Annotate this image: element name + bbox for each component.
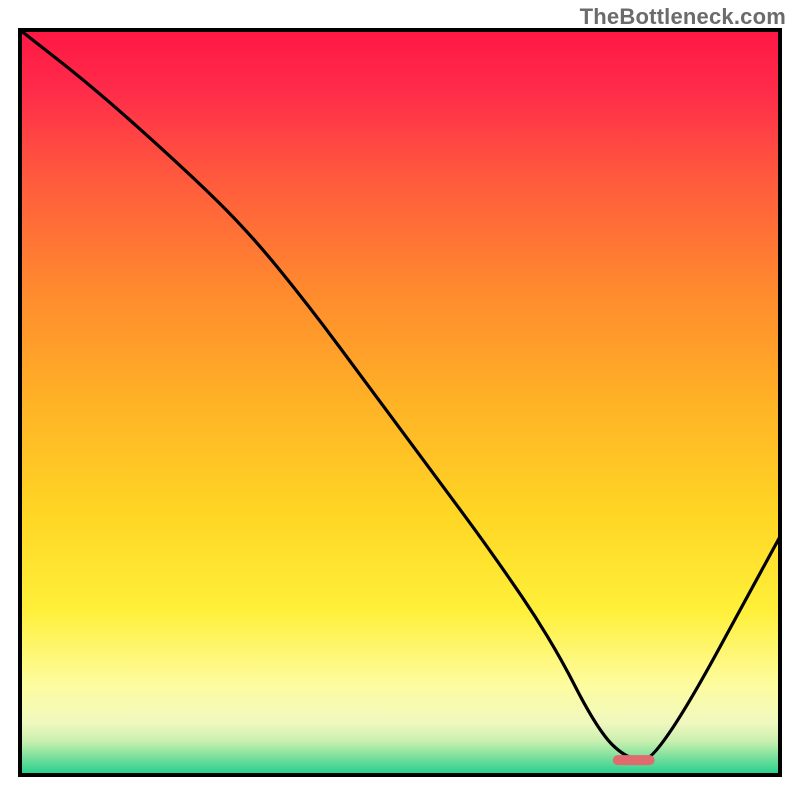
bottleneck-chart-svg: [0, 0, 800, 800]
bottleneck-chart-container: TheBottleneck.com: [0, 0, 800, 800]
plot-background: [20, 30, 780, 775]
optimum-marker: [613, 755, 655, 765]
